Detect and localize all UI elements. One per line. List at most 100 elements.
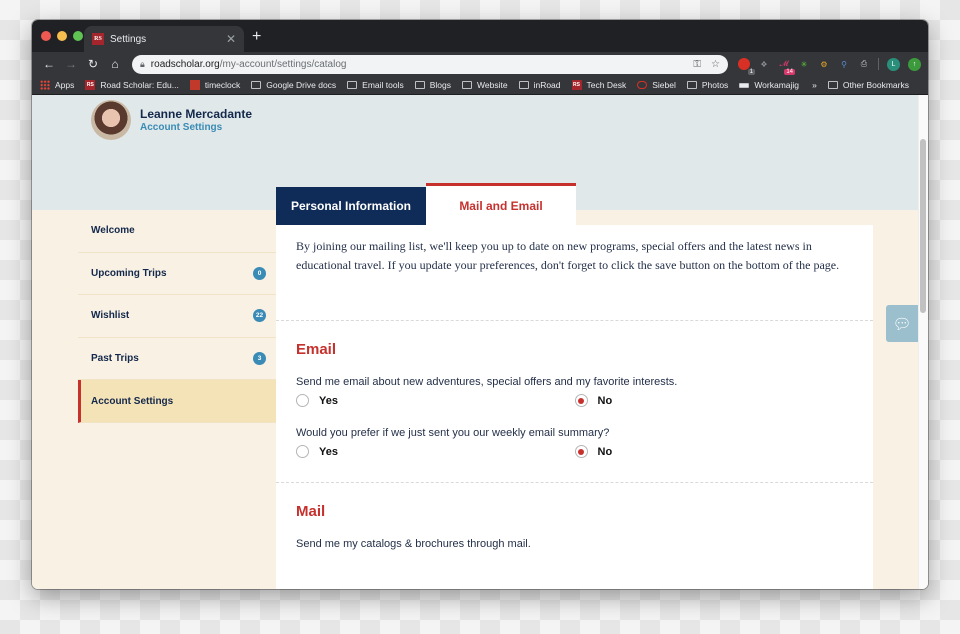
email-q1-no-option[interactable]: No	[574, 394, 854, 407]
tab-title: Settings	[110, 33, 147, 45]
siebel-icon	[637, 81, 648, 89]
bookmark-tech-desk[interactable]: RS Tech Desk	[571, 80, 626, 90]
bookmark-google-drive-docs[interactable]: Google Drive docs	[251, 80, 336, 90]
new-tab-button[interactable]: +	[252, 28, 261, 46]
bookmark-timeclock[interactable]: timeclock	[189, 80, 240, 90]
folder-icon	[827, 81, 838, 89]
email-q2-no-option[interactable]: No	[574, 445, 854, 458]
mail-question: Send me my catalogs & brochures through …	[296, 538, 531, 550]
email-section: Email Send me email about new adventures…	[276, 341, 873, 458]
maximize-window-button[interactable]	[73, 31, 83, 41]
mail-section-title: Mail	[296, 503, 326, 520]
profile-avatar-button[interactable]: L	[887, 57, 900, 71]
toolbar-divider	[878, 58, 879, 70]
account-sidebar: Welcome Upcoming Trips 0 Wishlist 22 Pas…	[78, 210, 276, 423]
sidebar-item-upcoming-trips[interactable]: Upcoming Trips 0	[78, 253, 276, 296]
profile-subtitle[interactable]: Account Settings	[140, 122, 222, 133]
email-question-1-options: Yes No	[296, 394, 853, 407]
chat-icon[interactable]: 💬︎	[886, 305, 918, 342]
email-q2-yes-radio[interactable]	[296, 445, 309, 458]
email-q1-no-radio[interactable]	[574, 394, 588, 407]
tab-strip: RS Settings ✕ +	[32, 20, 928, 52]
count-badge: 3	[253, 352, 266, 366]
script-extension-icon[interactable]: 𝓜 14	[778, 58, 795, 75]
bookmarks-overflow-button[interactable]: »	[812, 80, 817, 90]
bookmark-website[interactable]: Website	[462, 80, 508, 90]
tab-mail-and-email[interactable]: Mail and Email	[426, 183, 576, 226]
red-extension-icon[interactable]: 1	[738, 58, 755, 75]
browser-toolbar: ← → ↻ ⌂ 🔒︎ roadscholar.org/my-account/se…	[32, 52, 928, 76]
folder-icon	[462, 81, 473, 89]
reload-button[interactable]: ↻	[82, 57, 104, 71]
forward-button[interactable]: →	[60, 57, 82, 71]
profile-name: Leanne Mercadante	[140, 107, 253, 121]
scrollbar-thumb[interactable]	[920, 139, 926, 313]
email-question-1: Send me email about new adventures, spec…	[296, 376, 678, 388]
email-q1-yes-radio[interactable]	[296, 394, 309, 407]
browser-window: RS Settings ✕ + ← → ↻ ⌂ 🔒︎ roadscholar.o…	[32, 20, 928, 589]
back-button[interactable]: ←	[38, 57, 60, 71]
email-section-title: Email	[296, 341, 337, 358]
url-path: /my-account/settings/catalog	[219, 58, 347, 70]
email-question-2-options: Yes No	[296, 445, 853, 458]
tab-personal-information[interactable]: Personal Information	[276, 187, 426, 225]
timeclock-icon	[189, 80, 200, 90]
dropbox-icon[interactable]: ❖	[758, 58, 770, 70]
email-question-2: Would you prefer if we just sent you our…	[296, 427, 610, 439]
bookmark-workamajig[interactable]: Workamajig	[739, 80, 799, 90]
bookmark-road-scholar[interactable]: RS Road Scholar: Edu...	[85, 80, 179, 90]
key-icon[interactable]: ⚿	[693, 59, 701, 70]
url-host: roadscholar.org	[150, 58, 220, 70]
folder-icon	[347, 81, 358, 89]
workamajig-icon	[739, 82, 750, 88]
folder-icon	[518, 81, 529, 89]
section-divider	[276, 482, 873, 483]
page-content: Leanne Mercadante Account Settings Welco…	[32, 95, 928, 589]
avatar	[91, 100, 131, 140]
rs-favicon-icon: RS	[85, 80, 96, 90]
browser-tab-settings[interactable]: RS Settings ✕	[84, 26, 244, 52]
minimize-window-button[interactable]	[57, 31, 67, 41]
close-window-button[interactable]	[41, 31, 51, 41]
address-bar[interactable]: 🔒︎ roadscholar.org/my-account/settings/c…	[132, 54, 728, 74]
email-q1-yes-option[interactable]: Yes	[296, 394, 575, 407]
mail-email-panel: By joining our mailing list, we'll keep …	[276, 225, 873, 589]
bookmark-star-icon[interactable]: ☆	[711, 59, 720, 70]
window-controls	[41, 31, 83, 41]
star-extension-icon[interactable]: ✳	[798, 58, 810, 70]
bookmark-inroad[interactable]: inRoad	[518, 80, 561, 90]
intro-text: By joining our mailing list, we'll keep …	[276, 225, 873, 321]
folder-icon	[686, 81, 697, 89]
bookmark-blogs[interactable]: Blogs	[414, 80, 451, 90]
sidebar-item-past-trips[interactable]: Past Trips 3	[78, 338, 276, 381]
sidebar-item-welcome[interactable]: Welcome	[78, 210, 276, 253]
email-q2-yes-option[interactable]: Yes	[296, 445, 575, 458]
bookmark-email-tools[interactable]: Email tools	[347, 80, 404, 90]
page-scrollbar[interactable]	[918, 95, 928, 589]
mail-section: Mail Send me my catalogs & brochures thr…	[276, 503, 873, 550]
extensions-bar: 1 ❖ 𝓜 14 ✳ ⚙ ⚲ ⎙ L ↑	[738, 57, 921, 75]
home-button[interactable]: ⌂	[104, 57, 126, 71]
apps-grid-icon	[40, 80, 50, 90]
count-badge: 22	[253, 309, 266, 323]
sidebar-item-account-settings[interactable]: Account Settings	[78, 380, 276, 423]
rs-favicon-icon: RS	[571, 80, 582, 90]
bookmark-other-bookmarks[interactable]: Other Bookmarks	[827, 80, 909, 90]
folder-icon	[251, 81, 262, 89]
printer-extension-icon[interactable]: ⎙	[858, 58, 870, 70]
bookmark-siebel[interactable]: Siebel	[637, 80, 676, 90]
bookmarks-bar: Apps RS Road Scholar: Edu... timeclock Go…	[32, 76, 928, 95]
sidebar-item-wishlist[interactable]: Wishlist 22	[78, 295, 276, 338]
key-extension-icon[interactable]: ⚲	[838, 58, 850, 70]
bookmark-photos[interactable]: Photos	[686, 80, 728, 90]
count-badge: 0	[253, 266, 266, 280]
email-q2-no-radio[interactable]	[574, 445, 588, 458]
lock-icon[interactable]: 🔒︎	[140, 59, 145, 70]
folder-icon	[414, 81, 425, 89]
bookmark-apps[interactable]: Apps	[40, 80, 74, 90]
gear-extension-icon[interactable]: ⚙	[818, 58, 830, 70]
update-icon[interactable]: ↑	[908, 57, 921, 71]
settings-tabs: Personal Information Mail and Email	[276, 183, 576, 226]
close-tab-icon[interactable]: ✕	[226, 32, 236, 46]
rs-favicon-icon: RS	[92, 33, 104, 45]
